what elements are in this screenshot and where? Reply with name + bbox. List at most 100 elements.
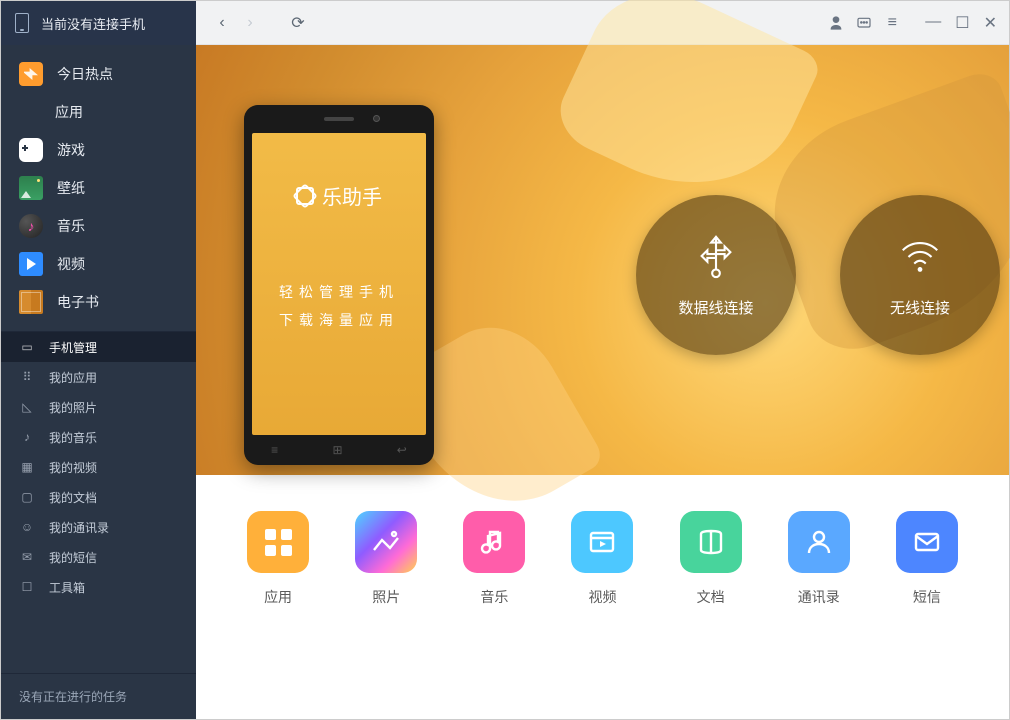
sub-label: 我的音乐 [49,429,97,446]
sub-toolbox[interactable]: ☐ 工具箱 [1,572,196,602]
forward-button[interactable]: › [236,9,264,37]
note-icon: ♪ [19,429,35,445]
phone-app-logo: 乐助手 [296,181,382,210]
book-icon [19,290,43,314]
tile-contacts[interactable]: 通讯录 [788,511,850,607]
sub-label: 我的应用 [49,369,97,386]
connection-buttons: 数据线连接 无线连接 [636,195,1000,355]
nav-item-wallpaper[interactable]: 壁纸 [1,169,196,207]
sidebar-sub: ▭手机管理 ⠿ 我的应用 ◺ 我的照片 ♪ 我的音乐 ▦ 我的视频 ▢ 我的文档 ☺ 我的通… [1,332,196,602]
nav-item-hot[interactable]: 今日热点 [1,55,196,93]
nav-item-video[interactable]: 视频 [1,245,196,283]
contact-tile-icon [788,511,850,573]
sub-label: 我的短信 [49,549,97,566]
minimize-button[interactable]: — [925,13,941,33]
slogan-line: 轻松管理手机 [279,280,399,308]
phone-nav-bar: ≡⊞↩ [244,443,434,457]
sidebar-header: 当前没有连接手机 [1,1,196,45]
gamepad-icon [19,138,43,162]
sms-tile-icon [896,511,958,573]
phone-mockup: 乐助手 轻松管理手机 下载海量应用 ≡⊞↩ [244,105,434,465]
tile-apps[interactable]: 应用 [247,511,309,607]
grid-icon: ⠿ [19,369,35,385]
tile-photos[interactable]: 照片 [355,511,417,607]
sub-label: 我的视频 [49,459,97,476]
tile-video[interactable]: 视频 [571,511,633,607]
sub-my-contacts[interactable]: ☺ 我的通讯录 [1,512,196,542]
photo-icon: ◺ [19,399,35,415]
apps-icon [19,101,41,123]
video-tile-icon [571,511,633,573]
sub-my-music[interactable]: ♪ 我的音乐 [1,422,196,452]
sub-my-apps[interactable]: ⠿ 我的应用 [1,362,196,392]
tile-label: 文档 [697,587,725,607]
nav-label: 壁纸 [57,178,85,198]
film-icon: ▦ [19,459,35,475]
phone-screen: 乐助手 轻松管理手机 下载海量应用 [252,133,426,435]
nav-label: 应用 [55,102,83,122]
sub-my-video[interactable]: ▦ 我的视频 [1,452,196,482]
contact-icon: ☺ [19,519,35,535]
wifi-label: 无线连接 [890,297,950,318]
nav-label: 电子书 [57,292,99,312]
music-icon [19,214,43,238]
tile-label: 照片 [372,587,400,607]
connection-status: 当前没有连接手机 [41,14,145,33]
sub-my-photos[interactable]: ◺ 我的照片 [1,392,196,422]
nav-label: 游戏 [57,140,85,160]
phone-outline-icon [15,13,29,33]
tile-music[interactable]: 音乐 [463,511,525,607]
phone-icon: ▭ [19,339,35,355]
window-controls: — ☐ ✕ [925,13,997,33]
docs-tile-icon [680,511,742,573]
sidebar: 当前没有连接手机 今日热点 应用 游戏 壁纸 音乐 视频 电子书 ▭手机管理 ⠿… [1,1,196,719]
back-button[interactable]: ‹ [208,9,236,37]
refresh-button[interactable]: ⟳ [284,9,312,37]
nav-item-ebook[interactable]: 电子书 [1,283,196,321]
usb-label: 数据线连接 [678,297,753,318]
menu-icon[interactable]: ≡ [883,14,901,32]
tile-docs[interactable]: 文档 [680,511,742,607]
usb-icon [693,233,739,279]
tile-label: 音乐 [480,587,508,607]
apps-tile-icon [247,511,309,573]
usb-connect-button[interactable]: 数据线连接 [636,195,796,355]
doc-icon: ▢ [19,489,35,505]
wifi-icon [897,233,943,279]
photo-tile-icon [355,511,417,573]
phone-camera [373,115,380,122]
phone-app-title: 乐助手 [322,181,382,210]
toolbox-icon: ☐ [19,579,35,595]
wallpaper-icon [19,176,43,200]
tile-label: 视频 [588,587,616,607]
message-icon[interactable] [855,14,873,32]
sidebar-nav-top: 今日热点 应用 游戏 壁纸 音乐 视频 电子书 [1,45,196,321]
sub-my-sms[interactable]: ✉ 我的短信 [1,542,196,572]
tile-sms[interactable]: 短信 [896,511,958,607]
maximize-button[interactable]: ☐ [955,13,969,33]
music-tile-icon [463,511,525,573]
close-button[interactable]: ✕ [984,13,997,33]
sub-label: 我的通讯录 [49,519,109,536]
nav-label: 音乐 [57,216,85,236]
wifi-connect-button[interactable]: 无线连接 [840,195,1000,355]
main-panel: ‹ › ⟳ ≡ — ☐ ✕ [196,1,1009,719]
tile-label: 应用 [264,587,292,607]
nav-item-apps[interactable]: 应用 [1,93,196,131]
sub-my-docs[interactable]: ▢ 我的文档 [1,482,196,512]
nav-label: 今日热点 [57,64,113,84]
sms-icon: ✉ [19,549,35,565]
phone-speaker [324,117,354,121]
nav-label: 视频 [57,254,85,274]
user-icon[interactable] [827,14,845,32]
sub-label: 我的照片 [49,399,97,416]
logo-icon [296,187,314,205]
task-status: 没有正在进行的任务 [1,673,196,719]
nav-item-music[interactable]: 音乐 [1,207,196,245]
sub-label: 我的文档 [49,489,97,506]
toolbar-right: ≡ — ☐ ✕ [827,13,997,33]
nav-item-games[interactable]: 游戏 [1,131,196,169]
hot-icon [19,62,43,86]
sub-label: 工具箱 [49,579,85,596]
sub-phone-manage[interactable]: ▭手机管理 [1,332,196,362]
